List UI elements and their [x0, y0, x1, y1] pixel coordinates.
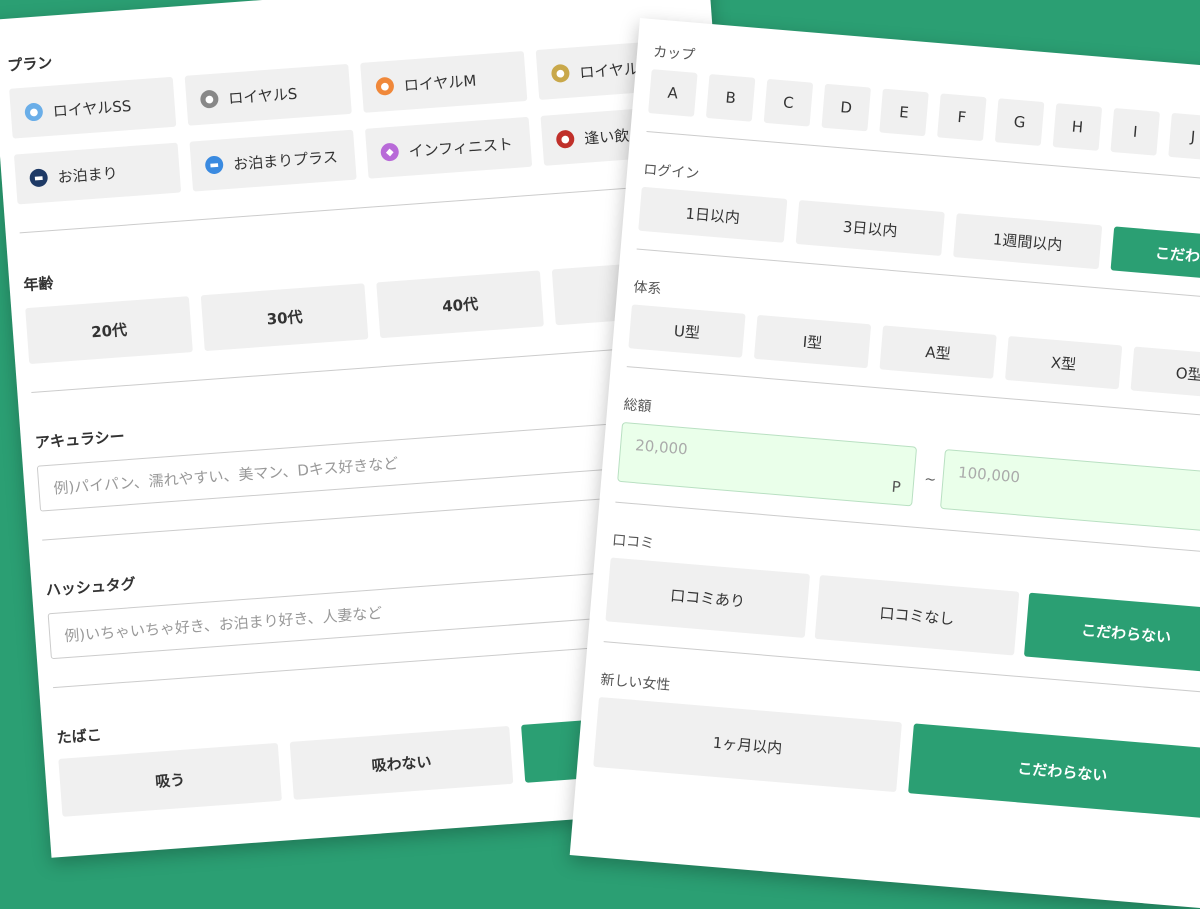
total-min-unit: P: [890, 477, 902, 497]
total-max-input[interactable]: 100,000: [939, 449, 1200, 534]
infinist-icon: ◆: [380, 142, 400, 162]
body-i-button[interactable]: I型: [753, 314, 872, 369]
new-women-1month-button[interactable]: 1ヶ月以内: [593, 696, 902, 793]
overnight-plus-icon: ▬: [204, 155, 224, 175]
total-min-placeholder: 20,000: [634, 436, 689, 459]
overnight-icon: ▬: [29, 168, 49, 188]
cup-g-button[interactable]: G: [994, 98, 1045, 146]
login-1day-button[interactable]: 1日以内: [638, 186, 788, 243]
plan-overnight-button[interactable]: ▬ お泊まり: [13, 142, 182, 205]
hashtag-title: ハッシュタグ: [45, 574, 137, 600]
body-a-button[interactable]: A型: [879, 325, 997, 379]
plan-title: プラン: [6, 53, 53, 75]
login-title: ログイン: [642, 161, 700, 183]
tobacco-title: たばこ: [56, 725, 103, 748]
body-x-button[interactable]: X型: [1005, 335, 1123, 390]
cup-i-button[interactable]: I: [1110, 107, 1160, 156]
reviews-any-button[interactable]: こだわらない: [1023, 592, 1200, 674]
cup-h-button[interactable]: H: [1052, 103, 1103, 151]
plan-label: ロイヤルM: [403, 71, 477, 95]
plan-royal-ss-button[interactable]: ● ロイヤルSS: [9, 76, 177, 139]
total-min-input[interactable]: 20,000 P: [617, 421, 918, 507]
cup-j-button[interactable]: J: [1168, 112, 1200, 161]
plan-royal-m-button[interactable]: ● ロイヤルM: [360, 50, 528, 113]
body-type-title: 体系: [632, 279, 663, 298]
body-o-button[interactable]: O型: [1130, 346, 1200, 400]
age-40s-button[interactable]: 40代: [376, 270, 544, 339]
ainomi-icon: ●: [555, 129, 575, 149]
reviews-no-button[interactable]: 口コミなし: [814, 575, 1020, 656]
body-u-button[interactable]: U型: [628, 304, 746, 358]
plan-overnight-plus-button[interactable]: ▬ お泊まりプラス: [189, 129, 357, 192]
plan-label: お泊まり: [57, 163, 119, 186]
royal-m-icon: ●: [375, 76, 395, 96]
cup-c-button[interactable]: C: [763, 78, 814, 127]
login-3day-button[interactable]: 3日以内: [795, 199, 945, 257]
cup-b-button[interactable]: B: [705, 74, 756, 122]
plan-label: ロイヤルS: [227, 84, 298, 108]
plan-royal-s-button[interactable]: ● ロイヤルS: [184, 63, 352, 126]
cup-f-button[interactable]: F: [937, 93, 987, 142]
age-30s-button[interactable]: 30代: [200, 283, 369, 352]
new-women-any-button[interactable]: こだわらない: [908, 723, 1200, 819]
cup-e-button[interactable]: E: [879, 88, 929, 137]
age-20s-button[interactable]: 20代: [25, 296, 193, 365]
reviews-title: 口コミ: [611, 532, 655, 552]
plan-infinist-button[interactable]: ◆ インフィニスト: [364, 116, 533, 179]
new-women-title: 新しい女性: [599, 672, 671, 694]
royal-ss-icon: ●: [24, 102, 44, 122]
login-any-button[interactable]: こだわら: [1110, 226, 1200, 283]
cup-title: カップ: [652, 44, 696, 64]
right-filter-panel: カップ A B C D E F G H I J ログイン 1日以内 3日以内 1…: [569, 18, 1200, 909]
reviews-yes-button[interactable]: 口コミあり: [605, 557, 811, 638]
royal-l-icon: ●: [550, 63, 571, 84]
range-separator: ~: [923, 471, 937, 489]
royal-s-icon: ●: [199, 89, 220, 109]
age-title: 年齢: [22, 274, 55, 295]
total-max-placeholder: 100,000: [957, 463, 1021, 487]
plan-label: ロイヤルSS: [52, 96, 132, 121]
accuracy-title: アキュラシー: [34, 427, 126, 452]
tobacco-nosmoke-button[interactable]: 吸わない: [289, 725, 514, 800]
login-1week-button[interactable]: 1週間以内: [953, 213, 1103, 270]
plan-label: インフィニスト: [408, 134, 514, 161]
plan-label: お泊まりプラス: [232, 147, 339, 174]
cup-a-button[interactable]: A: [648, 69, 698, 117]
cup-d-button[interactable]: D: [821, 83, 871, 132]
tobacco-smoke-button[interactable]: 吸う: [58, 742, 282, 817]
total-title: 総額: [622, 397, 653, 416]
